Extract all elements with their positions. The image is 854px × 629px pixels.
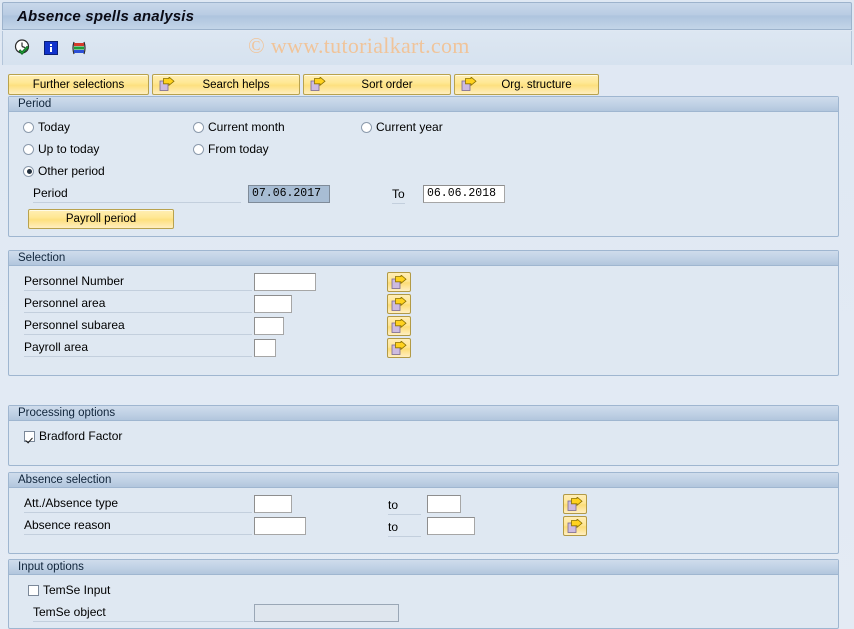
window-title-bar: Absence spells analysis (2, 2, 852, 30)
temse-input-checkbox[interactable]: TemSe Input (28, 583, 110, 597)
radio-up-to-today[interactable]: Up to today (23, 142, 99, 156)
button-label: Org. structure (501, 78, 572, 91)
radio-label: Other period (38, 164, 105, 178)
radio-current-month[interactable]: Current month (193, 120, 285, 134)
arrow-right-icon (391, 274, 407, 289)
absence-reason-label: Absence reason (24, 518, 252, 535)
checkbox-label: TemSe Input (43, 583, 111, 597)
sort-order-button[interactable]: Sort order (303, 74, 451, 95)
variant-icon[interactable] (69, 38, 89, 58)
arrow-right-icon (461, 77, 477, 92)
processing-options-group: Processing options Bradford Factor (8, 405, 839, 466)
radio-dot (23, 121, 34, 133)
checkbox-label: Bradford Factor (39, 429, 123, 443)
absence-selection-group-header: Absence selection (9, 473, 838, 488)
att-absence-type-to-input[interactable] (427, 495, 461, 513)
arrow-right-icon (567, 518, 583, 533)
arrow-right-icon (391, 340, 407, 355)
personnel-number-label: Personnel Number (24, 274, 252, 291)
absence-selection-group: Absence selection Att./Absence type to A… (8, 472, 839, 554)
checkbox-box (28, 584, 39, 596)
radio-label: Current month (208, 120, 285, 134)
payroll-period-button[interactable]: Payroll period (28, 209, 174, 229)
button-label: Payroll period (65, 213, 137, 225)
arrow-right-icon (310, 77, 326, 92)
radio-label: Today (38, 120, 71, 134)
radio-from-today[interactable]: From today (193, 142, 269, 156)
page-title: Absence spells analysis (17, 7, 195, 25)
arrow-right-icon (391, 318, 407, 333)
period-from-input[interactable]: 07.06.2017 (248, 185, 330, 203)
personnel-number-input[interactable] (254, 273, 316, 291)
att-absence-type-from-input[interactable] (254, 495, 292, 513)
payroll-area-label: Payroll area (24, 340, 252, 357)
period-to-label: To (392, 187, 405, 204)
temse-object-label: TemSe object (33, 605, 253, 622)
period-group-header: Period (9, 97, 838, 112)
radio-dot (361, 121, 372, 133)
selection-group-header: Selection (9, 251, 838, 266)
period-group: Period Today Current month Current year … (8, 96, 839, 237)
org-structure-button[interactable]: Org. structure (454, 74, 599, 95)
checkbox-box (24, 430, 35, 442)
radio-label: From today (208, 142, 269, 156)
period-to-input[interactable]: 06.06.2018 (423, 185, 505, 203)
further-selections-button[interactable]: Further selections (8, 74, 149, 95)
absence-reason-multiselect-button[interactable] (563, 516, 587, 536)
selection-group: Selection Personnel Number Personnel are… (8, 250, 839, 376)
action-button-row: Further selections Search helps Sort ord… (8, 74, 599, 95)
radio-dot (23, 165, 34, 177)
sap-selection-screen: Absence spells analysis © www.tutorialka… (0, 0, 854, 629)
button-label: Search helps (202, 78, 270, 91)
execute-clock-icon[interactable] (13, 38, 33, 58)
arrow-right-icon (391, 296, 407, 311)
temse-object-input[interactable] (254, 604, 399, 622)
personnel-subarea-input[interactable] (254, 317, 284, 335)
bradford-factor-checkbox[interactable]: Bradford Factor (24, 429, 122, 443)
radio-label: Up to today (38, 142, 100, 156)
absence-reason-to-label: to (388, 520, 421, 537)
personnel-area-label: Personnel area (24, 296, 252, 313)
att-absence-type-to-label: to (388, 498, 421, 515)
radio-label: Current year (376, 120, 443, 134)
radio-dot (193, 121, 204, 133)
processing-options-group-header: Processing options (9, 406, 838, 421)
payroll-area-multiselect-button[interactable] (387, 338, 411, 358)
radio-current-year[interactable]: Current year (361, 120, 443, 134)
radio-dot (23, 143, 34, 155)
personnel-area-input[interactable] (254, 295, 292, 313)
att-absence-type-label: Att./Absence type (24, 496, 252, 513)
absence-reason-from-input[interactable] (254, 517, 306, 535)
arrow-right-icon (159, 77, 175, 92)
payroll-area-input[interactable] (254, 339, 276, 357)
radio-other-period[interactable]: Other period (23, 164, 105, 178)
search-helps-button[interactable]: Search helps (152, 74, 300, 95)
info-icon[interactable] (41, 38, 61, 58)
personnel-area-multiselect-button[interactable] (387, 294, 411, 314)
radio-today[interactable]: Today (23, 120, 70, 134)
arrow-right-icon (567, 496, 583, 511)
personnel-number-multiselect-button[interactable] (387, 272, 411, 292)
input-options-group: Input options TemSe Input TemSe object (8, 559, 839, 629)
input-options-group-header: Input options (9, 560, 838, 575)
toolbar (2, 31, 852, 65)
period-from-label: Period (33, 186, 241, 203)
absence-reason-to-input[interactable] (427, 517, 475, 535)
personnel-subarea-label: Personnel subarea (24, 318, 252, 335)
att-absence-type-multiselect-button[interactable] (563, 494, 587, 514)
personnel-subarea-multiselect-button[interactable] (387, 316, 411, 336)
radio-dot (193, 143, 204, 155)
button-label: Sort order (361, 78, 413, 91)
button-label: Further selections (32, 78, 125, 91)
